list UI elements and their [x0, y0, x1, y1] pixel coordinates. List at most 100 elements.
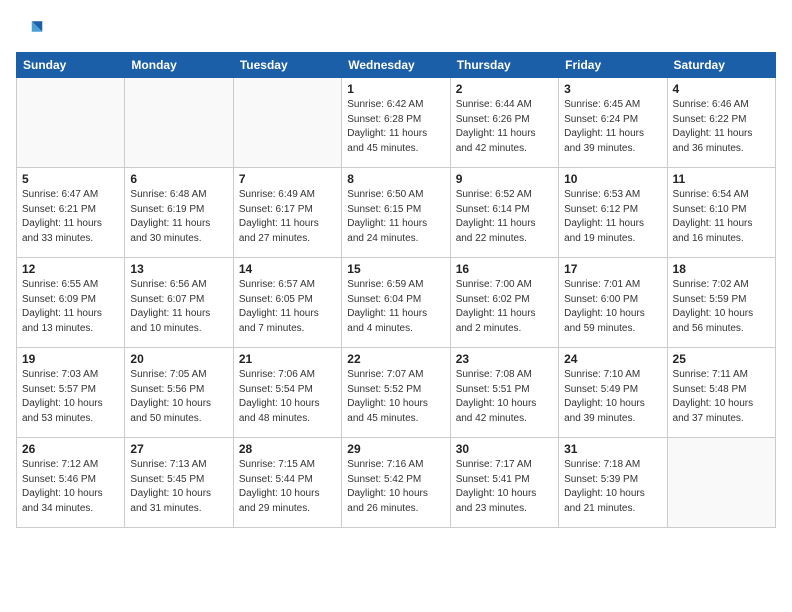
day-number: 14 — [239, 262, 336, 276]
logo-icon — [16, 16, 44, 44]
calendar-cell: 9 Sunrise: 6:52 AM Sunset: 6:14 PM Daylig… — [450, 168, 558, 258]
day-number: 26 — [22, 442, 119, 456]
calendar-cell: 18 Sunrise: 7:02 AM Sunset: 5:59 PM Dayli… — [667, 258, 775, 348]
day-content: Sunrise: 6:42 AM Sunset: 6:28 PM Dayligh… — [347, 98, 444, 156]
day-content: Sunrise: 6:54 AM Sunset: 6:10 PM Dayligh… — [673, 188, 770, 246]
calendar-cell: 7 Sunrise: 6:49 AM Sunset: 6:17 PM Daylig… — [233, 168, 341, 258]
day-number: 23 — [456, 352, 553, 366]
calendar-cell: 16 Sunrise: 7:00 AM Sunset: 6:02 PM Dayli… — [450, 258, 558, 348]
calendar-cell: 3 Sunrise: 6:45 AM Sunset: 6:24 PM Daylig… — [559, 78, 667, 168]
day-of-week-header: Tuesday — [233, 53, 341, 78]
calendar-cell: 25 Sunrise: 7:11 AM Sunset: 5:48 PM Dayli… — [667, 348, 775, 438]
day-content: Sunrise: 7:01 AM Sunset: 6:00 PM Dayligh… — [564, 278, 661, 336]
day-content: Sunrise: 7:16 AM Sunset: 5:42 PM Dayligh… — [347, 458, 444, 516]
day-number: 9 — [456, 172, 553, 186]
day-number: 2 — [456, 82, 553, 96]
day-of-week-header: Monday — [125, 53, 233, 78]
week-row: 1 Sunrise: 6:42 AM Sunset: 6:28 PM Daylig… — [17, 78, 776, 168]
calendar-cell: 4 Sunrise: 6:46 AM Sunset: 6:22 PM Daylig… — [667, 78, 775, 168]
day-number: 27 — [130, 442, 227, 456]
day-content: Sunrise: 6:53 AM Sunset: 6:12 PM Dayligh… — [564, 188, 661, 246]
week-row: 19Sunrise: 7:03 AM Sunset: 5:57 PM Dayli… — [17, 348, 776, 438]
day-number: 4 — [673, 82, 770, 96]
day-number: 24 — [564, 352, 661, 366]
day-number: 30 — [456, 442, 553, 456]
calendar-cell: 11Sunrise: 6:54 AM Sunset: 6:10 PM Dayli… — [667, 168, 775, 258]
day-number: 31 — [564, 442, 661, 456]
day-content: Sunrise: 7:08 AM Sunset: 5:51 PM Dayligh… — [456, 368, 553, 426]
day-number: 7 — [239, 172, 336, 186]
day-content: Sunrise: 7:12 AM Sunset: 5:46 PM Dayligh… — [22, 458, 119, 516]
calendar-cell: 15 Sunrise: 6:59 AM Sunset: 6:04 PM Dayli… — [342, 258, 450, 348]
calendar-cell — [125, 78, 233, 168]
day-content: Sunrise: 6:44 AM Sunset: 6:26 PM Dayligh… — [456, 98, 553, 156]
calendar-cell: 28Sunrise: 7:15 AM Sunset: 5:44 PM Dayli… — [233, 438, 341, 528]
day-content: Sunrise: 7:15 AM Sunset: 5:44 PM Dayligh… — [239, 458, 336, 516]
day-number: 21 — [239, 352, 336, 366]
day-content: Sunrise: 7:00 AM Sunset: 6:02 PM Dayligh… — [456, 278, 553, 336]
calendar: SundayMondayTuesdayWednesdayThursdayFrid… — [16, 52, 776, 528]
day-number: 6 — [130, 172, 227, 186]
calendar-cell: 26 Sunrise: 7:12 AM Sunset: 5:46 PM Dayli… — [17, 438, 125, 528]
day-content: Sunrise: 6:50 AM Sunset: 6:15 PM Dayligh… — [347, 188, 444, 246]
calendar-cell: 23 Sunrise: 7:08 AM Sunset: 5:51 PM Dayli… — [450, 348, 558, 438]
day-content: Sunrise: 6:45 AM Sunset: 6:24 PM Dayligh… — [564, 98, 661, 156]
day-content: Sunrise: 6:49 AM Sunset: 6:17 PM Dayligh… — [239, 188, 336, 246]
calendar-cell — [233, 78, 341, 168]
calendar-cell — [667, 438, 775, 528]
week-row: 5Sunrise: 6:47 AM Sunset: 6:21 PM Daylig… — [17, 168, 776, 258]
day-number: 15 — [347, 262, 444, 276]
day-content: Sunrise: 7:11 AM Sunset: 5:48 PM Dayligh… — [673, 368, 770, 426]
day-of-week-header: Sunday — [17, 53, 125, 78]
calendar-cell: 19Sunrise: 7:03 AM Sunset: 5:57 PM Dayli… — [17, 348, 125, 438]
day-number: 20 — [130, 352, 227, 366]
days-of-week-row: SundayMondayTuesdayWednesdayThursdayFrid… — [17, 53, 776, 78]
calendar-cell: 12 Sunrise: 6:55 AM Sunset: 6:09 PM Dayli… — [17, 258, 125, 348]
day-number: 17 — [564, 262, 661, 276]
day-of-week-header: Thursday — [450, 53, 558, 78]
header — [16, 16, 776, 44]
calendar-cell: 14Sunrise: 6:57 AM Sunset: 6:05 PM Dayli… — [233, 258, 341, 348]
day-content: Sunrise: 7:06 AM Sunset: 5:54 PM Dayligh… — [239, 368, 336, 426]
calendar-cell: 20Sunrise: 7:05 AM Sunset: 5:56 PM Dayli… — [125, 348, 233, 438]
day-number: 13 — [130, 262, 227, 276]
calendar-cell: 24 Sunrise: 7:10 AM Sunset: 5:49 PM Dayli… — [559, 348, 667, 438]
calendar-cell: 29Sunrise: 7:16 AM Sunset: 5:42 PM Dayli… — [342, 438, 450, 528]
day-number: 25 — [673, 352, 770, 366]
calendar-cell: 8 Sunrise: 6:50 AM Sunset: 6:15 PM Daylig… — [342, 168, 450, 258]
week-row: 12 Sunrise: 6:55 AM Sunset: 6:09 PM Dayli… — [17, 258, 776, 348]
day-content: Sunrise: 6:48 AM Sunset: 6:19 PM Dayligh… — [130, 188, 227, 246]
day-number: 18 — [673, 262, 770, 276]
day-number: 22 — [347, 352, 444, 366]
day-content: Sunrise: 6:52 AM Sunset: 6:14 PM Dayligh… — [456, 188, 553, 246]
day-number: 1 — [347, 82, 444, 96]
calendar-cell: 21 Sunrise: 7:06 AM Sunset: 5:54 PM Dayli… — [233, 348, 341, 438]
calendar-cell: 6 Sunrise: 6:48 AM Sunset: 6:19 PM Daylig… — [125, 168, 233, 258]
day-content: Sunrise: 7:03 AM Sunset: 5:57 PM Dayligh… — [22, 368, 119, 426]
day-content: Sunrise: 7:02 AM Sunset: 5:59 PM Dayligh… — [673, 278, 770, 336]
calendar-cell: 10 Sunrise: 6:53 AM Sunset: 6:12 PM Dayli… — [559, 168, 667, 258]
day-number: 12 — [22, 262, 119, 276]
calendar-cell: 1 Sunrise: 6:42 AM Sunset: 6:28 PM Daylig… — [342, 78, 450, 168]
day-number: 8 — [347, 172, 444, 186]
logo — [16, 16, 48, 44]
calendar-cell: 5Sunrise: 6:47 AM Sunset: 6:21 PM Daylig… — [17, 168, 125, 258]
day-content: Sunrise: 7:13 AM Sunset: 5:45 PM Dayligh… — [130, 458, 227, 516]
day-number: 10 — [564, 172, 661, 186]
calendar-cell: 17 Sunrise: 7:01 AM Sunset: 6:00 PM Dayli… — [559, 258, 667, 348]
day-content: Sunrise: 6:56 AM Sunset: 6:07 PM Dayligh… — [130, 278, 227, 336]
day-content: Sunrise: 6:55 AM Sunset: 6:09 PM Dayligh… — [22, 278, 119, 336]
calendar-cell: 27 Sunrise: 7:13 AM Sunset: 5:45 PM Dayli… — [125, 438, 233, 528]
day-number: 3 — [564, 82, 661, 96]
calendar-cell: 2 Sunrise: 6:44 AM Sunset: 6:26 PM Daylig… — [450, 78, 558, 168]
calendar-body: 1 Sunrise: 6:42 AM Sunset: 6:28 PM Daylig… — [17, 78, 776, 528]
day-content: Sunrise: 6:59 AM Sunset: 6:04 PM Dayligh… — [347, 278, 444, 336]
calendar-cell — [17, 78, 125, 168]
calendar-cell: 22Sunrise: 7:07 AM Sunset: 5:52 PM Dayli… — [342, 348, 450, 438]
day-number: 16 — [456, 262, 553, 276]
day-number: 5 — [22, 172, 119, 186]
day-content: Sunrise: 7:17 AM Sunset: 5:41 PM Dayligh… — [456, 458, 553, 516]
day-content: Sunrise: 6:46 AM Sunset: 6:22 PM Dayligh… — [673, 98, 770, 156]
day-content: Sunrise: 7:10 AM Sunset: 5:49 PM Dayligh… — [564, 368, 661, 426]
calendar-cell: 30 Sunrise: 7:17 AM Sunset: 5:41 PM Dayli… — [450, 438, 558, 528]
